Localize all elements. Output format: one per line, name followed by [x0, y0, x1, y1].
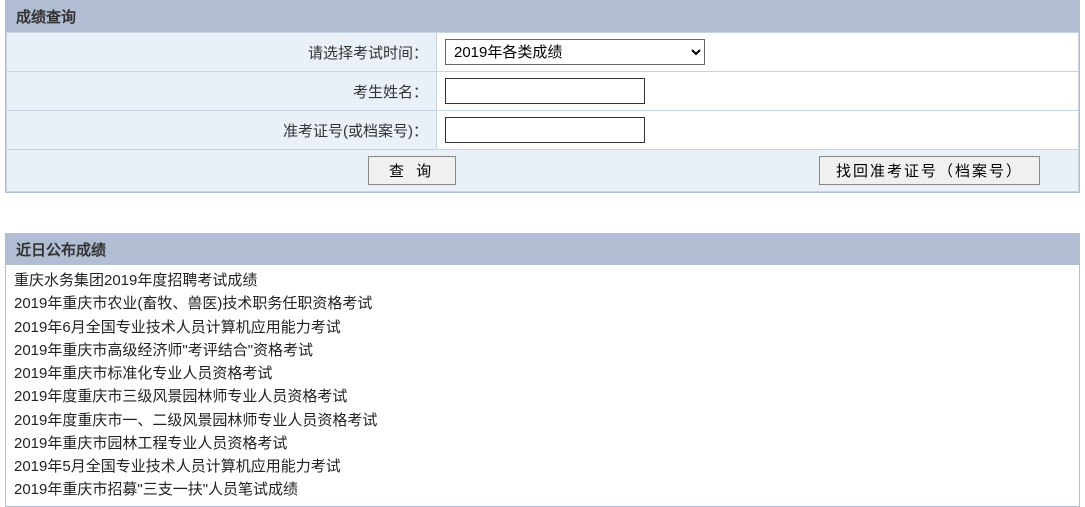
- recent-scores-panel: 近日公布成绩 重庆水务集团2019年度招聘考试成绩 2019年重庆市农业(畜牧、…: [5, 233, 1080, 507]
- list-item[interactable]: 2019年重庆市农业(畜牧、兽医)技术职务任职资格考试: [14, 292, 1071, 315]
- exam-time-select[interactable]: 2019年各类成绩: [445, 39, 705, 65]
- list-item[interactable]: 2019年度重庆市一、二级风景园林师专业人员资格考试: [14, 409, 1071, 432]
- candidate-name-input[interactable]: [445, 78, 645, 104]
- list-item[interactable]: 2019年6月全国专业技术人员计算机应用能力考试: [14, 316, 1071, 339]
- list-item[interactable]: 重庆水务集团2019年度招聘考试成绩: [14, 269, 1071, 292]
- list-item[interactable]: 2019年5月全国专业技术人员计算机应用能力考试: [14, 455, 1071, 478]
- exam-time-label: 请选择考试时间：: [7, 33, 437, 72]
- list-item[interactable]: 2019年度重庆市三级风景园林师专业人员资格考试: [14, 385, 1071, 408]
- list-item[interactable]: 2019年重庆市招募"三支一扶"人员笔试成绩: [14, 478, 1071, 501]
- score-query-title: 成绩查询: [6, 1, 1079, 32]
- retrieve-ticket-button[interactable]: 找回准考证号（档案号）: [819, 156, 1040, 185]
- ticket-number-input[interactable]: [445, 117, 645, 143]
- score-query-panel: 成绩查询 请选择考试时间： 2019年各类成绩 考生姓名： 准考证号(或档案号)…: [5, 0, 1080, 193]
- ticket-number-label: 准考证号(或档案号)：: [7, 111, 437, 150]
- recent-scores-title: 近日公布成绩: [6, 234, 1079, 265]
- query-form-table: 请选择考试时间： 2019年各类成绩 考生姓名： 准考证号(或档案号)：: [6, 32, 1079, 192]
- list-item[interactable]: 2019年重庆市园林工程专业人员资格考试: [14, 432, 1071, 455]
- list-item[interactable]: 2019年重庆市高级经济师"考评结合"资格考试: [14, 339, 1071, 362]
- query-button[interactable]: 查 询: [368, 156, 456, 185]
- candidate-name-label: 考生姓名：: [7, 72, 437, 111]
- recent-scores-list: 重庆水务集团2019年度招聘考试成绩 2019年重庆市农业(畜牧、兽医)技术职务…: [6, 265, 1079, 506]
- list-item[interactable]: 2019年重庆市标准化专业人员资格考试: [14, 362, 1071, 385]
